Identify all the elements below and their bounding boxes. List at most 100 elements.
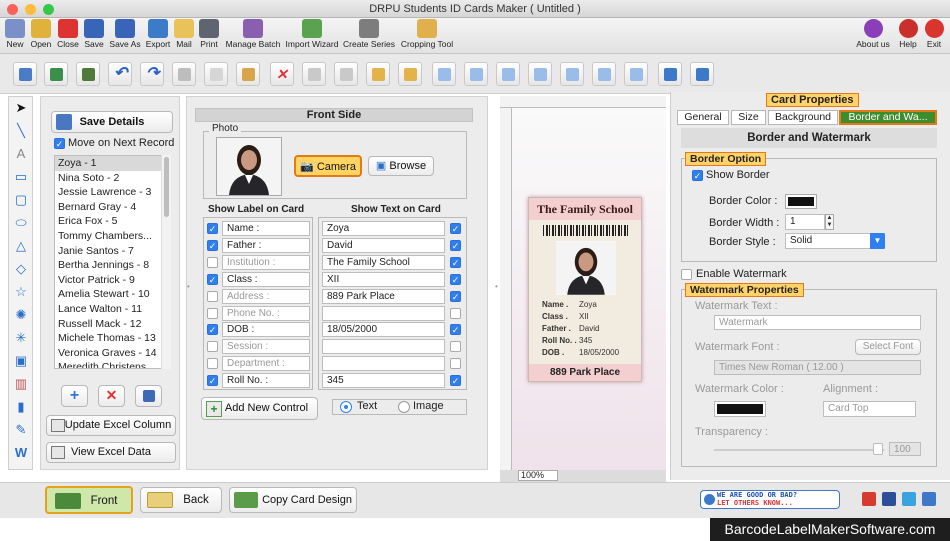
align-button[interactable] xyxy=(592,62,616,86)
splitter-handle-left[interactable]: • xyxy=(187,282,192,291)
record-list-item[interactable]: Bernard Gray - 4 xyxy=(55,200,170,215)
toolbar-exit-button[interactable]: Exit xyxy=(922,19,946,49)
minimize-window-icon[interactable] xyxy=(25,4,36,15)
record-list-item[interactable]: Janie Santos - 7 xyxy=(55,244,170,259)
label-field[interactable]: Address : xyxy=(222,288,310,304)
label-field[interactable]: Phone No. : xyxy=(222,305,310,321)
back-button[interactable]: Back xyxy=(140,487,222,513)
show-text-checkbox[interactable] xyxy=(450,341,461,353)
import-tool[interactable] xyxy=(76,62,100,86)
facebook-icon[interactable] xyxy=(882,492,896,506)
alignment-select[interactable]: Card Top xyxy=(823,401,916,417)
barcode-icon[interactable]: ▮ xyxy=(12,398,30,416)
zoom-window-icon[interactable] xyxy=(43,4,54,15)
toolbar-export-button[interactable]: Export xyxy=(143,19,173,49)
transparency-slider[interactable] xyxy=(714,449,884,451)
add-record-button[interactable]: + xyxy=(61,385,88,407)
text-field[interactable]: The Family School xyxy=(322,254,445,270)
transparency-slider-handle[interactable] xyxy=(873,443,883,455)
toolbar-mail-button[interactable]: Mail xyxy=(173,19,195,49)
update-excel-button[interactable]: Update Excel Column xyxy=(46,415,176,436)
record-list-item[interactable]: Tommy Chambers... xyxy=(55,229,170,244)
cut-button[interactable] xyxy=(172,62,196,86)
library-icon[interactable]: ▥ xyxy=(12,375,30,393)
label-field[interactable]: Roll No. : xyxy=(222,373,310,389)
add-new-control-button[interactable]: + Add New Control xyxy=(201,397,318,420)
label-field[interactable]: Session : xyxy=(222,339,310,355)
toolbar-print-button[interactable]: Print xyxy=(198,19,220,49)
signature-icon[interactable]: ✎ xyxy=(12,421,30,439)
show-label-checkbox[interactable] xyxy=(207,341,218,353)
move-right-button[interactable] xyxy=(464,62,488,86)
chevron-down-icon[interactable]: ▼ xyxy=(870,233,885,249)
record-list-item[interactable]: Nina Soto - 2 xyxy=(55,171,170,186)
shape-icon[interactable]: ✳ xyxy=(12,329,30,347)
move-up-button[interactable] xyxy=(496,62,520,86)
text-field[interactable]: 18/05/2000 xyxy=(322,322,445,338)
record-list-scrollbar[interactable] xyxy=(161,155,171,369)
record-list-item[interactable]: Michele Thomas - 13 xyxy=(55,331,170,346)
diamond-icon[interactable]: ◇ xyxy=(12,260,30,278)
camera-button[interactable]: 📷 Camera xyxy=(294,155,362,177)
line-icon[interactable]: ╲ xyxy=(12,122,30,140)
wordart-icon[interactable]: W xyxy=(12,444,30,462)
image-tool[interactable] xyxy=(44,62,68,86)
zoom-level[interactable]: 100% xyxy=(518,470,558,481)
record-list-item[interactable]: Meredith Christens... xyxy=(55,360,170,368)
show-text-checkbox[interactable]: ✓ xyxy=(450,290,461,302)
redo-button[interactable]: ↷ xyxy=(140,62,164,86)
show-label-checkbox[interactable]: ✓ xyxy=(207,375,218,387)
record-list-item[interactable]: Russell Mack - 12 xyxy=(55,317,170,332)
center-button[interactable] xyxy=(560,62,584,86)
browse-button[interactable]: ▣ Browse xyxy=(368,156,434,176)
front-button[interactable]: Front xyxy=(45,486,133,514)
label-field[interactable]: Father : xyxy=(222,237,310,253)
save-details-button[interactable]: Save Details xyxy=(51,111,173,133)
show-label-checkbox[interactable]: ✓ xyxy=(207,223,218,234)
move-next-checkbox[interactable]: ✓ xyxy=(54,138,65,149)
border-width-stepper[interactable]: ▲ ▼ xyxy=(825,214,834,230)
text-field[interactable]: David xyxy=(322,237,445,253)
text-field[interactable]: 889 Park Place xyxy=(322,288,445,304)
show-text-checkbox[interactable]: ✓ xyxy=(450,256,461,268)
toolbar-cropping-tool-button[interactable]: Cropping Tool xyxy=(398,19,456,49)
radio-text[interactable] xyxy=(340,401,352,413)
text-field[interactable]: 345 xyxy=(322,373,445,389)
text-field[interactable] xyxy=(322,305,445,321)
rectangle-icon[interactable]: ▭ xyxy=(12,168,30,186)
ungroup-button[interactable] xyxy=(334,62,358,86)
close-window-icon[interactable] xyxy=(7,4,18,15)
show-label-checkbox[interactable]: ✓ xyxy=(207,239,218,251)
text-field[interactable]: Zoya xyxy=(322,221,445,236)
toolbar-open-button[interactable]: Open xyxy=(28,19,54,49)
tab-background[interactable]: Background xyxy=(768,110,838,125)
show-text-checkbox[interactable] xyxy=(450,358,461,370)
text-field[interactable]: XII xyxy=(322,271,445,287)
toolbar-close-button[interactable]: Close xyxy=(55,19,81,49)
share-icon[interactable] xyxy=(922,492,936,506)
tab-border-watermark[interactable]: Border and Wa... xyxy=(839,110,937,125)
label-field[interactable]: Class : xyxy=(222,271,310,287)
enable-watermark-checkbox[interactable] xyxy=(681,269,692,280)
tab-size[interactable]: Size xyxy=(731,110,766,125)
record-list-item[interactable]: Amelia Stewart - 10 xyxy=(55,287,170,302)
show-label-checkbox[interactable]: ✓ xyxy=(207,273,218,285)
label-field[interactable]: Institution : xyxy=(222,254,310,270)
show-label-checkbox[interactable] xyxy=(207,256,218,268)
undo-button[interactable]: ↶ xyxy=(108,62,132,86)
record-list-item[interactable]: Lance Walton - 11 xyxy=(55,302,170,317)
label-field[interactable]: Name : xyxy=(222,221,310,236)
show-text-checkbox[interactable]: ✓ xyxy=(450,223,461,234)
record-list-item[interactable]: Victor Patrick - 9 xyxy=(55,273,170,288)
move-left-button[interactable] xyxy=(432,62,456,86)
copy-card-design-button[interactable]: Copy Card Design xyxy=(229,487,357,513)
show-label-checkbox[interactable] xyxy=(207,307,218,319)
lock-button[interactable] xyxy=(366,62,390,86)
record-list-item[interactable]: Bertha Jennings - 8 xyxy=(55,258,170,273)
show-text-checkbox[interactable] xyxy=(450,307,461,319)
show-text-checkbox[interactable]: ✓ xyxy=(450,375,461,387)
student-photo[interactable] xyxy=(216,137,282,196)
record-list-item[interactable]: Veronica Graves - 14 xyxy=(55,346,170,361)
delete-button[interactable]: ✕ xyxy=(270,62,294,86)
distribute-button[interactable] xyxy=(624,62,648,86)
